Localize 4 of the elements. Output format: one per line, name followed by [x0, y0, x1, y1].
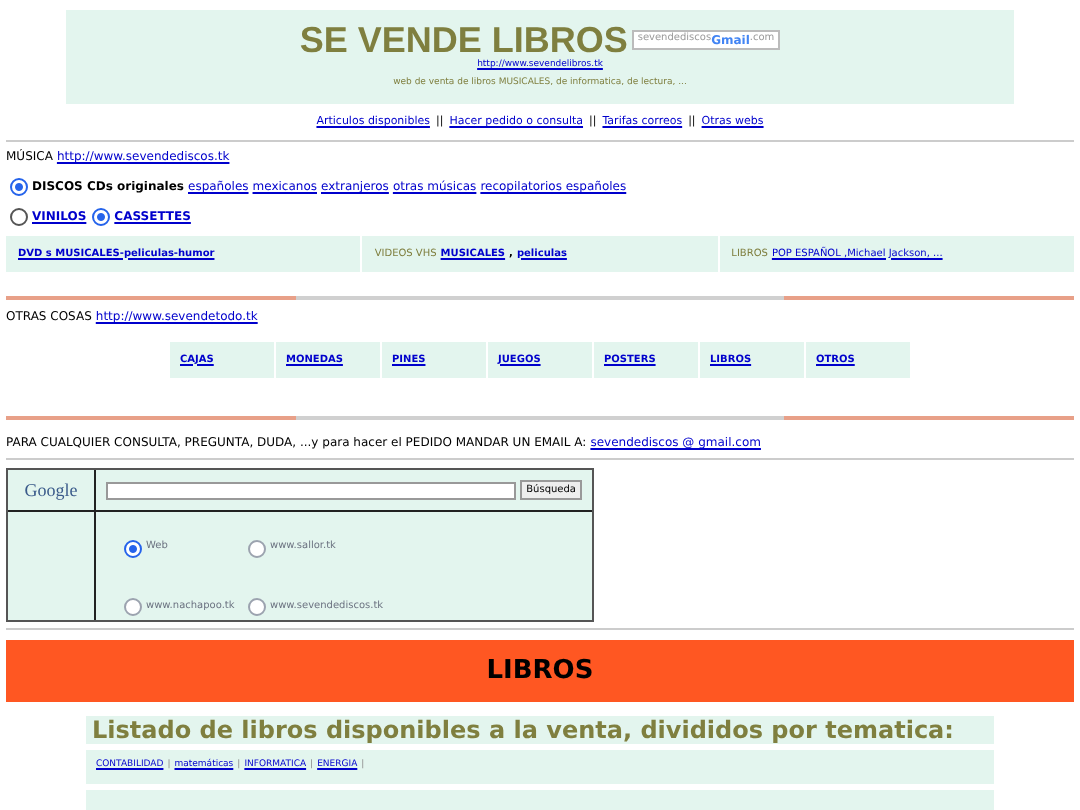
- google-logo: Google: [24, 477, 78, 504]
- site-title: SE VENDE LIBROS: [299, 20, 628, 60]
- listing-heading: Listado de libros disponibles a la venta, divididos por tematica:: [86, 716, 994, 745]
- banner-title: LIBROS: [486, 654, 594, 690]
